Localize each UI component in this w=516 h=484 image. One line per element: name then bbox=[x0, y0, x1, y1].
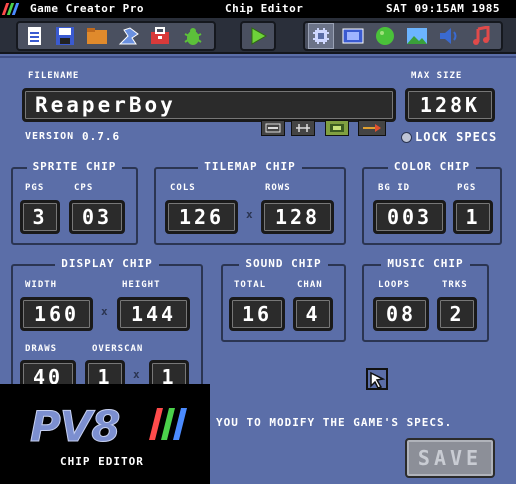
preset-tools-icon[interactable] bbox=[291, 120, 315, 136]
music-chip-title: MUSIC CHIP bbox=[381, 257, 470, 270]
sprite-cps-field[interactable]: 03 bbox=[69, 200, 125, 234]
pv8-splash: PV8 CHIP EDITOR bbox=[0, 384, 210, 484]
bug-icon[interactable] bbox=[180, 23, 206, 49]
clock: SAT 09:15AM 1985 bbox=[386, 2, 500, 15]
color-editor-icon[interactable] bbox=[372, 23, 398, 49]
toolbox-icon[interactable] bbox=[147, 23, 173, 49]
chip-editor-window: Game Creator Pro Chip Editor SAT 09:15AM… bbox=[0, 0, 516, 484]
music-icon[interactable] bbox=[468, 23, 494, 49]
display-height-field[interactable]: 144 bbox=[117, 297, 190, 331]
overscan-times-symbol: x bbox=[133, 368, 140, 381]
preset-template-icon[interactable] bbox=[261, 120, 285, 136]
tilemap-cols-label: COLS bbox=[170, 183, 196, 193]
color-pgs-field[interactable]: 1 bbox=[453, 200, 493, 234]
pv8-stripes-icon bbox=[149, 408, 187, 440]
sound-icon[interactable] bbox=[436, 23, 462, 49]
display-chip-title: DISPLAY CHIP bbox=[55, 257, 159, 270]
pv8-logo-icon bbox=[1, 3, 22, 15]
tilemap-rows-label: ROWS bbox=[265, 183, 291, 193]
music-trks-field[interactable]: 2 bbox=[437, 297, 477, 331]
save-disk-icon[interactable] bbox=[52, 23, 78, 49]
filename-input[interactable]: ReaperBoy bbox=[22, 88, 396, 122]
music-trks-label: TRKS bbox=[442, 280, 468, 290]
display-height-label: HEIGHT bbox=[122, 280, 161, 290]
menu-bar: Game Creator Pro Chip Editor SAT 09:15AM… bbox=[0, 0, 516, 18]
sound-total-field[interactable]: 16 bbox=[229, 297, 285, 331]
music-loops-label: LOOPS bbox=[378, 280, 411, 290]
sprite-pgs-label: PGS bbox=[25, 183, 45, 193]
tilemap-times-symbol: x bbox=[246, 208, 253, 221]
lock-specs-label: LOCK SPECS bbox=[415, 130, 498, 144]
pv8-logo-text: PV8 bbox=[30, 402, 122, 452]
lock-specs-radio[interactable] bbox=[401, 131, 412, 143]
sprite-cps-label: CPS bbox=[74, 183, 94, 193]
version-label: VERSION bbox=[25, 131, 75, 142]
sprite-editor-icon[interactable] bbox=[340, 23, 366, 49]
tilemap-cols-field[interactable]: 126 bbox=[165, 200, 238, 234]
sprite-chip-title: SPRITE CHIP bbox=[26, 160, 123, 173]
max-size-field[interactable]: 128K bbox=[405, 88, 495, 122]
app-title: Game Creator Pro bbox=[30, 2, 144, 15]
mouse-cursor-icon bbox=[366, 368, 388, 390]
chip-editor-icon[interactable] bbox=[308, 23, 334, 49]
tilemap-chip-title: TILEMAP CHIP bbox=[198, 160, 302, 173]
display-width-field[interactable]: 160 bbox=[20, 297, 93, 331]
lock-specs-toggle[interactable]: LOCK SPECS bbox=[401, 130, 497, 144]
color-pgs-label: PGS bbox=[457, 183, 477, 193]
filename-label: FILENAME bbox=[28, 71, 80, 81]
editor-title: Chip Editor bbox=[225, 2, 304, 15]
display-overscan-label: OVERSCAN bbox=[92, 344, 144, 354]
tools-icon[interactable] bbox=[116, 23, 142, 49]
toolbar bbox=[0, 18, 516, 54]
music-loops-field[interactable]: 08 bbox=[373, 297, 429, 331]
tilemap-rows-field[interactable]: 128 bbox=[261, 200, 334, 234]
image-icon[interactable] bbox=[404, 23, 430, 49]
status-message: YOU TO MODIFY THE GAME'S SPECS. bbox=[216, 416, 453, 429]
sound-total-label: TOTAL bbox=[234, 280, 267, 290]
folder-icon[interactable] bbox=[84, 23, 110, 49]
sound-chan-label: CHAN bbox=[297, 280, 323, 290]
color-chip-title: COLOR CHIP bbox=[387, 160, 477, 173]
preset-arrow-icon[interactable] bbox=[358, 120, 386, 136]
preset-gameboy-icon[interactable] bbox=[325, 120, 349, 136]
new-file-icon[interactable] bbox=[22, 23, 48, 49]
display-times-symbol: x bbox=[101, 305, 108, 318]
sound-chip-title: SOUND CHIP bbox=[239, 257, 328, 270]
play-icon[interactable] bbox=[245, 23, 271, 49]
sound-chan-field[interactable]: 4 bbox=[293, 297, 333, 331]
sprite-pgs-field[interactable]: 3 bbox=[20, 200, 60, 234]
splash-caption: CHIP EDITOR bbox=[60, 455, 144, 468]
max-size-label: MAX SIZE bbox=[411, 71, 463, 81]
save-button[interactable]: SAVE bbox=[405, 438, 495, 478]
version-value: 0.7.6 bbox=[82, 130, 121, 143]
color-bgid-field[interactable]: 003 bbox=[373, 200, 446, 234]
display-width-label: WIDTH bbox=[25, 280, 58, 290]
display-draws-label: DRAWS bbox=[25, 344, 58, 354]
color-bgid-label: BG ID bbox=[378, 183, 411, 193]
